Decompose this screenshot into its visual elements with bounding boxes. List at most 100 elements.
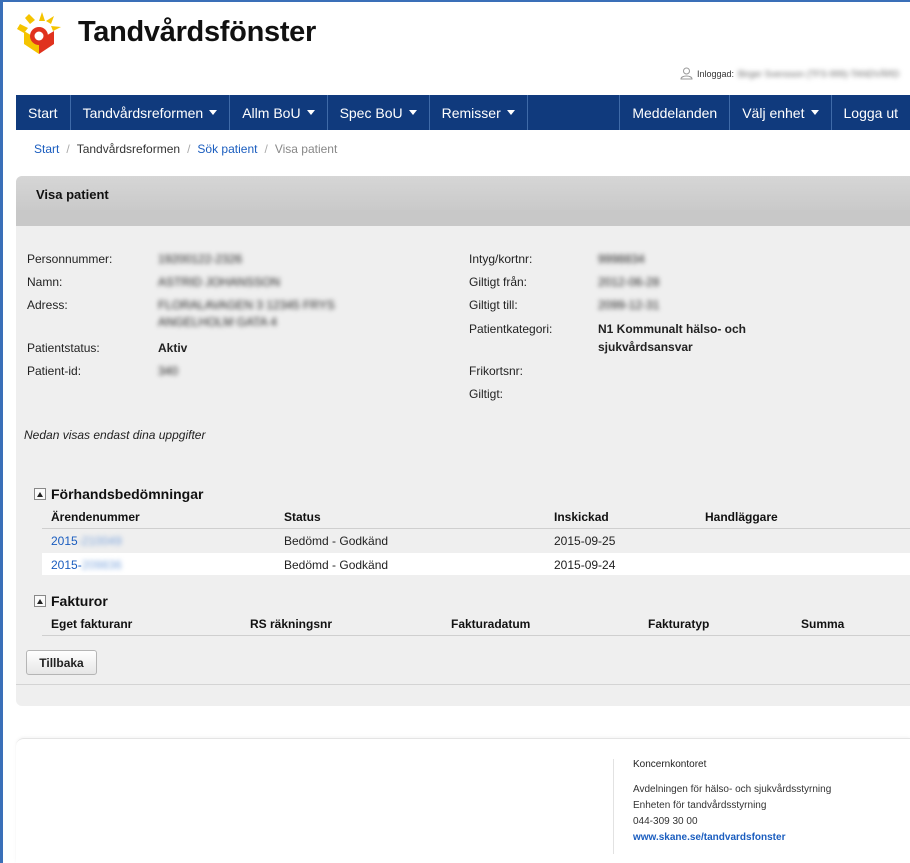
window-frame-left: [0, 0, 3, 863]
breadcrumb-sok-patient[interactable]: Sök patient: [197, 142, 257, 156]
fakturor-heading: Fakturor: [34, 593, 108, 609]
giltigt-fran-label: Giltigt från:: [469, 275, 528, 289]
breadcrumb: Start / Tandvårdsreformen / Sök patient …: [34, 142, 337, 156]
arende-link-1[interactable]: 2015-210049: [51, 534, 122, 548]
breadcrumb-separator: /: [66, 142, 70, 156]
footer-divider: [613, 759, 614, 854]
login-status: Inloggad: Birger Svensson (TFS-999)-TAND…: [680, 67, 899, 80]
fakturor-title: Fakturor: [51, 593, 108, 609]
intyg-label: Intyg/kortnr:: [469, 252, 533, 266]
chevron-down-icon: [306, 110, 315, 115]
nav-valj-enhet-label: Välj enhet: [742, 104, 805, 121]
arende-link-2[interactable]: 2015-209836: [51, 558, 122, 572]
patientkategori-line2: sjukvårdsansvar: [598, 340, 693, 354]
nav-start[interactable]: Start: [16, 95, 71, 130]
tillbaka-button[interactable]: Tillbaka: [26, 650, 97, 675]
forhandsbedomningar-title: Förhandsbedömningar: [51, 486, 204, 502]
login-user: Birger Svensson (TFS-999)-TANDVÅRD: [738, 68, 900, 79]
patientstatus-label: Patientstatus:: [27, 341, 100, 355]
nav-start-label: Start: [28, 104, 58, 121]
user-icon: [680, 67, 693, 80]
table-row[interactable]: [42, 529, 910, 551]
giltigt-till-value: 2099-12-31: [598, 298, 660, 312]
panel-header: Visa patient: [16, 176, 910, 226]
arende-hidden: 209836: [81, 558, 122, 572]
panel-title: Visa patient: [36, 187, 109, 202]
footer-line2: Enheten för tandvårdsstyrning: [633, 800, 767, 811]
col-header-fakturadatum: Fakturadatum: [451, 617, 531, 631]
personnummer-label: Personnummer:: [27, 252, 113, 266]
namn-value: ASTRID JOHANSSON: [158, 275, 281, 289]
adress-line2: ANGELHOLM GATA 4: [158, 315, 277, 329]
patientid-value: 340: [158, 364, 179, 378]
nav-logga-ut[interactable]: Logga ut: [832, 95, 910, 130]
nav-remisser[interactable]: Remisser: [430, 95, 528, 130]
page-footer: Koncernkontoret Avdelningen för hälso- o…: [16, 738, 910, 863]
col-header-fakturatyp: Fakturatyp: [648, 617, 710, 631]
breadcrumb-separator: /: [187, 142, 191, 156]
nav-spec-bou-label: Spec BoU: [339, 104, 403, 121]
forhandsbedomningar-heading: Förhandsbedömningar: [34, 486, 203, 502]
patientkategori-label: Patientkategori:: [469, 322, 553, 336]
breadcrumb-start[interactable]: Start: [34, 142, 59, 156]
adress-line1: FLORALAVAGEN 3 12345 FRYS: [158, 298, 335, 312]
status-cell: Bedömd - Godkänd: [284, 558, 389, 572]
chevron-down-icon: [209, 110, 218, 115]
nav-tandvardsreformen[interactable]: Tandvårdsreformen: [71, 95, 231, 130]
col-header-arendenummer: Ärendenummer: [51, 510, 140, 524]
nav-logga-ut-label: Logga ut: [843, 104, 899, 121]
breadcrumb-tandvardsreformen: Tandvårdsreformen: [76, 142, 181, 156]
patientkategori-line1: N1 Kommunalt hälso- och: [598, 322, 747, 336]
intyg-value: 9998834: [598, 252, 645, 266]
patientid-label: Patient-id:: [27, 364, 82, 378]
col-header-inskickad: Inskickad: [554, 510, 609, 524]
col-header-status: Status: [284, 510, 321, 524]
footer-line1: Avdelningen för hälso- och sjukvårdsstyr…: [633, 784, 832, 795]
chevron-down-icon: [810, 110, 819, 115]
adress-label: Adress:: [27, 298, 68, 312]
arende-prefix: 2015-: [51, 558, 82, 572]
giltigt-label: Giltigt:: [469, 387, 504, 401]
footer-phone: 044-309 30 00: [633, 816, 698, 827]
personnummer-value: 19200122-2326: [158, 252, 243, 266]
arende-hidden: -210049: [77, 534, 122, 548]
col-header-rs-rakningsnr: RS räkningsnr: [250, 617, 333, 631]
panel-header-band: [16, 210, 910, 226]
inskickad-cell: 2015-09-24: [554, 558, 616, 572]
nav-allm-bou-label: Allm BoU: [242, 104, 301, 121]
collapse-toggle-icon[interactable]: [34, 595, 46, 607]
nav-meddelanden-label: Meddelanden: [632, 104, 718, 121]
chevron-down-icon: [506, 110, 515, 115]
nav-spacer: [528, 95, 621, 130]
status-cell: Bedömd - Godkänd: [284, 534, 389, 548]
nav-spec-bou[interactable]: Spec BoU: [328, 95, 430, 130]
patientstatus-value: Aktiv: [158, 341, 188, 355]
app-title: Tandvårdsfönster: [78, 16, 316, 48]
nav-meddelanden[interactable]: Meddelanden: [620, 95, 731, 130]
panel-divider: [16, 684, 910, 685]
table-row[interactable]: [42, 553, 910, 575]
col-header-handlaggare: Handläggare: [705, 510, 778, 524]
col-header-summa: Summa: [801, 617, 845, 631]
breadcrumb-visa-patient: Visa patient: [274, 142, 338, 156]
table-header-divider: [42, 635, 910, 636]
footer-org: Koncernkontoret: [633, 759, 707, 770]
breadcrumb-separator: /: [264, 142, 268, 156]
footer-link[interactable]: www.skane.se/tandvardsfonster: [633, 832, 785, 843]
nav-remisser-label: Remisser: [441, 104, 501, 121]
arende-prefix: 2015: [51, 534, 78, 548]
nav-tandvardsreformen-label: Tandvårdsreformen: [82, 104, 204, 121]
collapse-toggle-icon[interactable]: [34, 488, 46, 500]
col-header-eget-fakturanr: Eget fakturanr: [51, 617, 133, 631]
frikortsnr-label: Frikortsnr:: [469, 364, 523, 378]
window-frame-top: [0, 0, 910, 2]
giltigt-till-label: Giltigt till:: [469, 298, 518, 312]
main-navigation: Start Tandvårdsreformen Allm BoU Spec Bo…: [16, 95, 910, 130]
nav-allm-bou[interactable]: Allm BoU: [230, 95, 328, 130]
nav-valj-enhet[interactable]: Välj enhet: [730, 95, 832, 130]
namn-label: Namn:: [27, 275, 63, 289]
region-skane-logo-icon: [17, 12, 61, 54]
chevron-down-icon: [408, 110, 417, 115]
giltigt-fran-value: 2012-06-28: [598, 275, 660, 289]
inskickad-cell: 2015-09-25: [554, 534, 616, 548]
